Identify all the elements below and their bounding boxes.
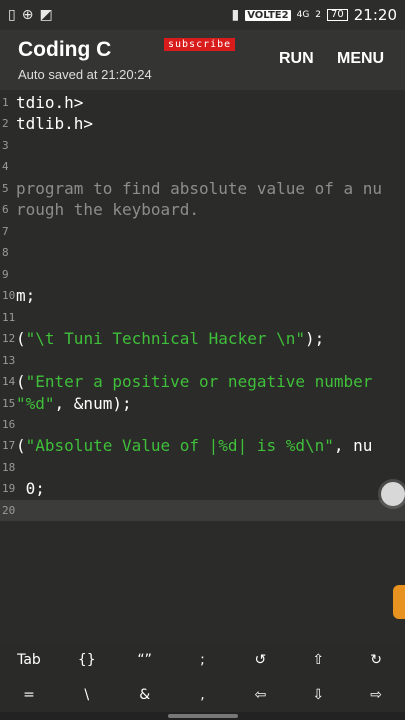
code-line[interactable]: 17 ("Absolute Value of |%d| is %d\n", nu bbox=[0, 435, 405, 456]
key-quotes[interactable]: “” bbox=[116, 642, 174, 677]
arrow-up-icon[interactable]: ⇧ bbox=[289, 642, 347, 677]
code-line[interactable]: 10 m; bbox=[0, 285, 405, 306]
code-line[interactable]: 11 bbox=[0, 307, 405, 328]
network-label: 4G bbox=[296, 10, 310, 20]
cast-icon: ◩ bbox=[39, 7, 53, 23]
code-line[interactable]: 18 bbox=[0, 457, 405, 478]
code-line[interactable]: 15 "%d", &num); bbox=[0, 393, 405, 414]
code-line-current[interactable]: 20 bbox=[0, 500, 405, 521]
scroll-handle[interactable] bbox=[381, 482, 405, 506]
key-tab[interactable]: Tab bbox=[0, 642, 58, 677]
code-line[interactable]: 6 rough the keyboard. bbox=[0, 199, 405, 220]
add-circle-icon: ⊕ bbox=[21, 7, 34, 23]
key-comma[interactable]: , bbox=[174, 677, 232, 712]
arrow-down-icon[interactable]: ⇩ bbox=[289, 677, 347, 712]
code-line[interactable]: 9 bbox=[0, 264, 405, 285]
key-equals[interactable]: = bbox=[0, 677, 58, 712]
notification-icon: ▯ bbox=[8, 7, 16, 23]
status-bar: ▯ ⊕ ◩ ▮ VOLTE2 4G 2 70 21:20 bbox=[0, 0, 405, 30]
subscribe-badge[interactable]: subscribe bbox=[164, 38, 236, 51]
code-line[interactable]: 4 bbox=[0, 156, 405, 177]
code-line[interactable]: 2 tdlib.h> bbox=[0, 113, 405, 134]
key-semicolon[interactable]: ; bbox=[174, 642, 232, 677]
signal-icon: ▮ bbox=[231, 7, 240, 23]
code-line[interactable]: 16 bbox=[0, 414, 405, 435]
code-line[interactable]: 3 bbox=[0, 135, 405, 156]
menu-button[interactable]: MENU bbox=[337, 50, 384, 68]
run-button[interactable]: RUN bbox=[279, 50, 314, 68]
redo-icon[interactable]: ↻ bbox=[347, 642, 405, 677]
arrow-right-icon[interactable]: ⇨ bbox=[347, 677, 405, 712]
arrow-left-icon[interactable]: ⇦ bbox=[231, 677, 289, 712]
code-line[interactable]: 13 bbox=[0, 350, 405, 371]
extra-keys-row-1: Tab {} “” ; ↺ ⇧ ↻ bbox=[0, 642, 405, 677]
code-line[interactable]: 5 program to find absolute value of a nu bbox=[0, 178, 405, 199]
home-gesture-handle[interactable] bbox=[168, 714, 238, 718]
code-line[interactable]: 7 bbox=[0, 221, 405, 242]
autosave-status: Auto saved at 21:20:24 bbox=[18, 67, 152, 82]
code-line[interactable]: 1 tdio.h> bbox=[0, 92, 405, 113]
side-drawer-handle[interactable] bbox=[393, 585, 405, 619]
undo-icon[interactable]: ↺ bbox=[231, 642, 289, 677]
code-editor[interactable]: 1 tdio.h> 2 tdlib.h> 3 4 5 program to fi… bbox=[0, 90, 405, 640]
volte-label: VOLTE2 bbox=[245, 9, 291, 21]
code-line[interactable]: 8 bbox=[0, 242, 405, 263]
key-ampersand[interactable]: & bbox=[116, 677, 174, 712]
code-line[interactable]: 19 0; bbox=[0, 478, 405, 499]
code-line[interactable]: 12 ("\t Tuni Technical Hacker \n"); bbox=[0, 328, 405, 349]
extra-keys-row-2: = \ & , ⇦ ⇩ ⇨ bbox=[0, 677, 405, 712]
app-title: Coding C bbox=[18, 38, 112, 61]
key-backslash[interactable]: \ bbox=[58, 677, 116, 712]
battery-icon: 70 bbox=[327, 9, 348, 21]
status-clock: 21:20 bbox=[353, 6, 397, 24]
app-bar: Coding C subscribe Auto saved at 21:20:2… bbox=[0, 30, 405, 90]
code-line[interactable]: 14 ("Enter a positive or negative number bbox=[0, 371, 405, 392]
network-sub-label: 2 bbox=[315, 10, 322, 20]
key-braces[interactable]: {} bbox=[58, 642, 116, 677]
